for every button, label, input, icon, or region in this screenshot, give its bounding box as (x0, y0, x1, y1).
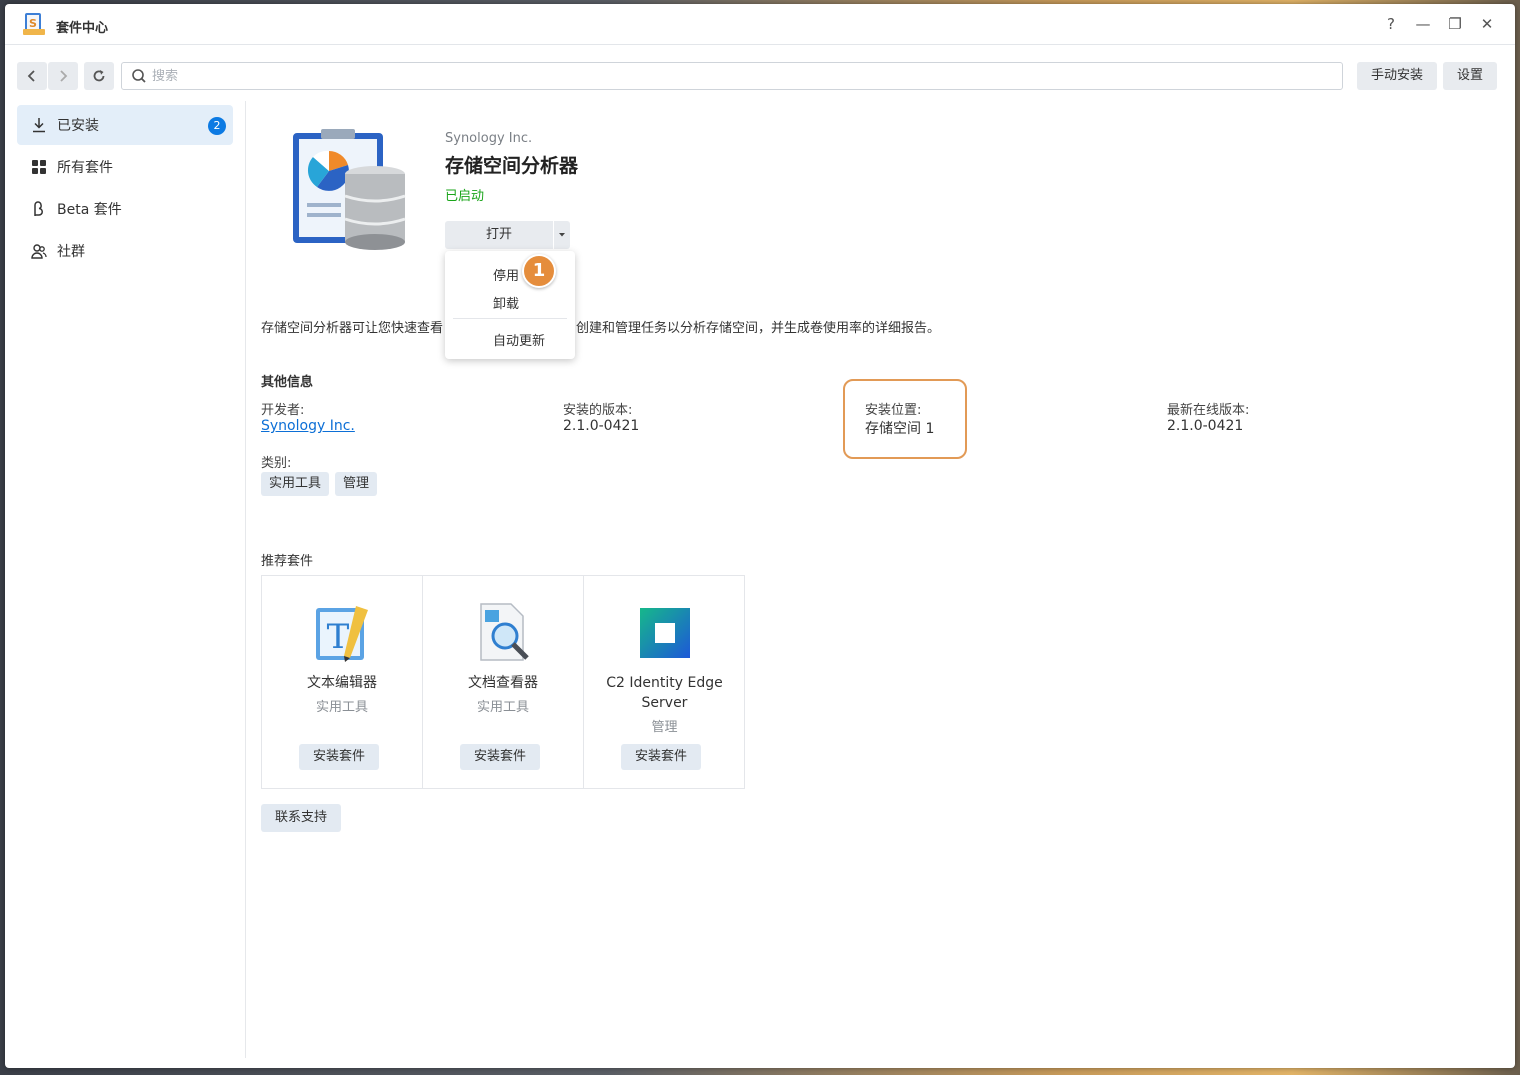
package-center-window: S 套件中心 ? — ❐ ✕ 手动安装 设置 已安装 (5, 4, 1515, 1068)
help-icon[interactable]: ? (1382, 15, 1400, 33)
card-name: C2 Identity Edge Server (606, 675, 723, 711)
install-button[interactable]: 安装套件 (299, 744, 379, 770)
refresh-button[interactable] (84, 62, 114, 90)
card-category: 管理 (651, 720, 678, 735)
recommended-card[interactable]: C2 Identity Edge Server 管理 安装套件 (584, 576, 745, 788)
info-section-title: 其他信息 (261, 375, 314, 390)
chevron-right-icon (60, 70, 68, 82)
contact-support-button[interactable]: 联系支持 (261, 804, 341, 832)
sidebar-item-label: Beta 套件 (57, 202, 122, 218)
package-description: 存储空间分析器可让您快速查看 体使用率趋势、创建和管理任务以分析存储空间，并生成卷… (261, 317, 940, 336)
latest-version-value: 2.1.0-0421 (1167, 418, 1244, 434)
installed-version-label: 安装的版本: (563, 403, 633, 418)
sidebar: 已安装 2 所有套件 Beta 套件 社群 (5, 101, 246, 1058)
sidebar-item-label: 已安装 (57, 118, 99, 134)
c2-identity-icon (640, 608, 690, 658)
caret-down-icon (559, 233, 565, 237)
search-box[interactable] (121, 62, 1343, 90)
sidebar-item-label: 社群 (57, 244, 85, 260)
package-title: 存储空间分析器 (445, 155, 579, 177)
refresh-icon (93, 70, 105, 82)
beta-icon (31, 201, 47, 217)
settings-button[interactable]: 设置 (1443, 62, 1497, 90)
menu-item-uninstall[interactable]: 卸载 (445, 293, 575, 312)
sidebar-item-installed[interactable]: 已安装 2 (17, 105, 233, 145)
close-icon[interactable]: ✕ (1478, 15, 1496, 33)
menu-item-auto-update[interactable]: 自动更新 (445, 330, 575, 349)
sidebar-item-community[interactable]: 社群 (17, 231, 233, 271)
recommended-title: 推荐套件 (261, 554, 314, 569)
sidebar-item-label: 所有套件 (57, 160, 113, 176)
installed-version-value: 2.1.0-0421 (563, 418, 640, 434)
step-marker: 1 (522, 254, 556, 288)
manual-install-button[interactable]: 手动安装 (1357, 62, 1437, 90)
menu-divider (453, 318, 567, 319)
card-name: 文档查看器 (468, 675, 538, 691)
search-icon (132, 69, 146, 83)
category-tag[interactable]: 实用工具 (261, 472, 329, 496)
storage-analyzer-icon (293, 129, 406, 250)
package-detail: Synology Inc. 存储空间分析器 已启动 打开 停用 卸载 自动更新 … (261, 101, 1501, 1061)
install-location-value: 存储空间 1 (865, 421, 935, 437)
window-title: 套件中心 (56, 21, 109, 36)
recommended-card[interactable]: T 文本编辑器 实用工具 安装套件 (262, 576, 423, 788)
developer-label: 开发者: (261, 403, 305, 418)
action-dropdown-button[interactable] (554, 221, 570, 249)
open-button[interactable]: 打开 (445, 221, 553, 249)
card-category: 实用工具 (476, 700, 529, 715)
text-editor-icon: T (316, 606, 368, 662)
search-input[interactable] (152, 66, 1332, 86)
minimize-icon[interactable]: — (1414, 15, 1432, 33)
community-icon (31, 243, 47, 259)
card-category: 实用工具 (315, 700, 368, 715)
forward-button[interactable] (48, 62, 78, 90)
description-start: 存储空间分析器可让您快速查看 (261, 321, 444, 336)
maximize-icon[interactable]: ❐ (1446, 15, 1464, 33)
category-label: 类别: (261, 456, 292, 471)
download-icon (31, 117, 47, 133)
back-button[interactable] (17, 62, 47, 90)
svg-text:S: S (29, 17, 37, 30)
card-name: 文本编辑器 (307, 675, 377, 691)
install-button[interactable]: 安装套件 (460, 744, 540, 770)
package-center-icon: S (23, 13, 45, 35)
document-viewer-icon (480, 603, 529, 661)
installed-count-badge: 2 (208, 117, 226, 135)
package-status: 已启动 (445, 189, 485, 204)
chevron-left-icon (27, 70, 35, 82)
install-location-label: 安装位置: (865, 403, 922, 418)
install-button[interactable]: 安装套件 (621, 744, 701, 770)
recommended-card[interactable]: 文档查看器 实用工具 安装套件 (423, 576, 584, 788)
action-menu: 停用 卸载 自动更新 1 (445, 251, 575, 359)
title-bar: S 套件中心 ? — ❐ ✕ (5, 4, 1515, 45)
sidebar-item-all-packages[interactable]: 所有套件 (17, 147, 233, 187)
recommended-packages: T 文本编辑器 实用工具 安装套件 文档查看器 实用工具 安装套件 C2 Ide… (261, 575, 745, 789)
package-vendor: Synology Inc. (445, 131, 533, 146)
developer-link[interactable]: Synology Inc. (261, 418, 355, 434)
sidebar-item-beta[interactable]: Beta 套件 (17, 189, 233, 229)
category-tag[interactable]: 管理 (335, 472, 377, 496)
grid-icon (31, 159, 47, 175)
latest-version-label: 最新在线版本: (1167, 403, 1250, 418)
toolbar: 手动安装 设置 (5, 45, 1515, 101)
